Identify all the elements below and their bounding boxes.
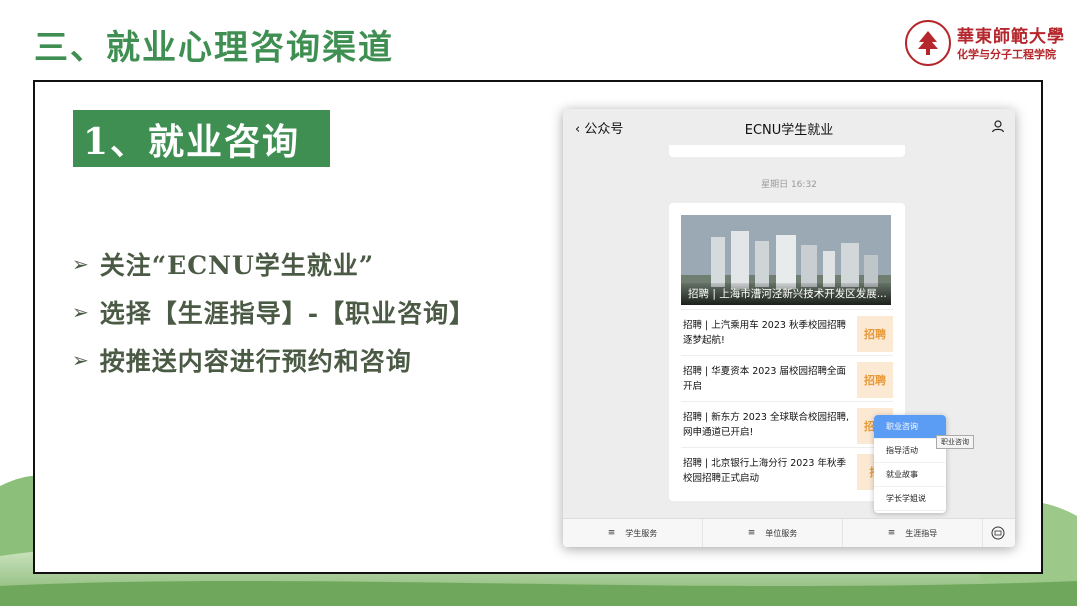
slide-title: 三、就业心理咨询渠道 bbox=[34, 28, 394, 68]
menu-student-services[interactable]: ≡ 学生服务 bbox=[563, 519, 703, 547]
university-logo: 華東師範大學 化学与分子工程学院 bbox=[905, 20, 1065, 68]
bullet-text: 选择【生涯指导】-【职业咨询】 bbox=[99, 299, 476, 328]
list-item[interactable]: 招聘 | 上汽乘用车 2023 秋季校园招聘逐梦起航! 招聘 bbox=[681, 309, 893, 354]
nav-bar: ‹ 公众号 ECNU学生就业 bbox=[563, 109, 1015, 145]
article-title: 招聘 | 华夏资本 2023 届校园招聘全面开启 bbox=[683, 366, 846, 392]
career-guidance-submenu: 职业咨询 指导活动 就业故事 学长学姐说 bbox=[874, 415, 946, 513]
previous-message-card bbox=[669, 145, 905, 157]
list-item: ➢ 按推送内容进行预约和咨询 bbox=[72, 336, 475, 384]
bullet-text: 按推送内容进行预约和咨询 bbox=[99, 347, 412, 376]
hero-article[interactable]: 招聘 | 上海市漕河泾新兴技术开发区发展... bbox=[681, 215, 891, 305]
article-title: 招聘 | 新东方 2023 全球联合校园招聘,网申通道已开启! bbox=[683, 412, 849, 438]
university-name: 華東師範大學 bbox=[957, 27, 1065, 47]
menu-icon: ≡ bbox=[607, 528, 616, 538]
arrow-bullet-icon: ➢ bbox=[72, 300, 90, 324]
account-title: ECNU学生就业 bbox=[744, 123, 834, 138]
hero-caption: 招聘 | 上海市漕河泾新兴技术开发区发展... bbox=[681, 283, 891, 305]
list-item[interactable]: 招聘 | 北京银行上海分行 2023 年秋季校园招聘正式启动 招 bbox=[681, 447, 893, 492]
instruction-list: ➢ 关注“ECNU学生就业” ➢ 选择【生涯指导】-【职业咨询】 ➢ 按推送内容… bbox=[72, 240, 475, 384]
article-thumbnail: 招聘 bbox=[857, 362, 893, 398]
list-item: ➢ 选择【生涯指导】-【职业咨询】 bbox=[72, 288, 475, 336]
menu-icon: ≡ bbox=[747, 528, 756, 538]
list-item[interactable]: 招聘 | 新东方 2023 全球联合校园招聘,网申通道已开启! 招聘 bbox=[681, 401, 893, 446]
message-timestamp: 星期日 16:32 bbox=[761, 180, 817, 190]
article-title: 招聘 | 上汽乘用车 2023 秋季校园招聘逐梦起航! bbox=[683, 320, 846, 346]
hover-tooltip: 职业咨询 bbox=[936, 435, 974, 449]
arrow-bullet-icon: ➢ bbox=[72, 348, 90, 372]
wechat-account-screenshot: ‹ 公众号 ECNU学生就业 星期日 16:32 招聘 | 上海市漕河泾新兴技术… bbox=[563, 109, 1015, 547]
section-heading: 1、就业咨询 bbox=[73, 110, 330, 167]
keyboard-toggle-icon[interactable] bbox=[991, 526, 1005, 540]
article-message-card: 招聘 | 上海市漕河泾新兴技术开发区发展... 招聘 | 上汽乘用车 2023 … bbox=[669, 203, 905, 501]
arrow-bullet-icon: ➢ bbox=[72, 252, 90, 276]
menu-label: 单位服务 bbox=[765, 528, 798, 538]
profile-icon[interactable] bbox=[991, 119, 1005, 133]
menu-label: 学生服务 bbox=[625, 528, 658, 538]
menu-icon: ≡ bbox=[887, 528, 896, 538]
menu-label: 生涯指导 bbox=[905, 528, 938, 538]
list-item: ➢ 关注“ECNU学生就业” bbox=[72, 240, 475, 288]
account-menu-bar: ≡ 学生服务 ≡ 单位服务 ≡ 生涯指导 bbox=[563, 518, 1015, 547]
university-seal-icon bbox=[905, 20, 951, 66]
submenu-item-alumni-talks[interactable]: 学长学姐说 bbox=[874, 487, 946, 511]
submenu-item-employment-stories[interactable]: 就业故事 bbox=[874, 463, 946, 487]
school-name: 化学与分子工程学院 bbox=[957, 48, 1056, 61]
article-title: 招聘 | 北京银行上海分行 2023 年秋季校园招聘正式启动 bbox=[683, 458, 846, 484]
menu-employer-services[interactable]: ≡ 单位服务 bbox=[703, 519, 843, 547]
menu-career-guidance[interactable]: ≡ 生涯指导 bbox=[843, 519, 983, 547]
list-item[interactable]: 招聘 | 华夏资本 2023 届校园招聘全面开启 招聘 bbox=[681, 355, 893, 400]
article-thumbnail: 招聘 bbox=[857, 316, 893, 352]
bullet-text: 关注“ECNU学生就业” bbox=[99, 251, 375, 280]
